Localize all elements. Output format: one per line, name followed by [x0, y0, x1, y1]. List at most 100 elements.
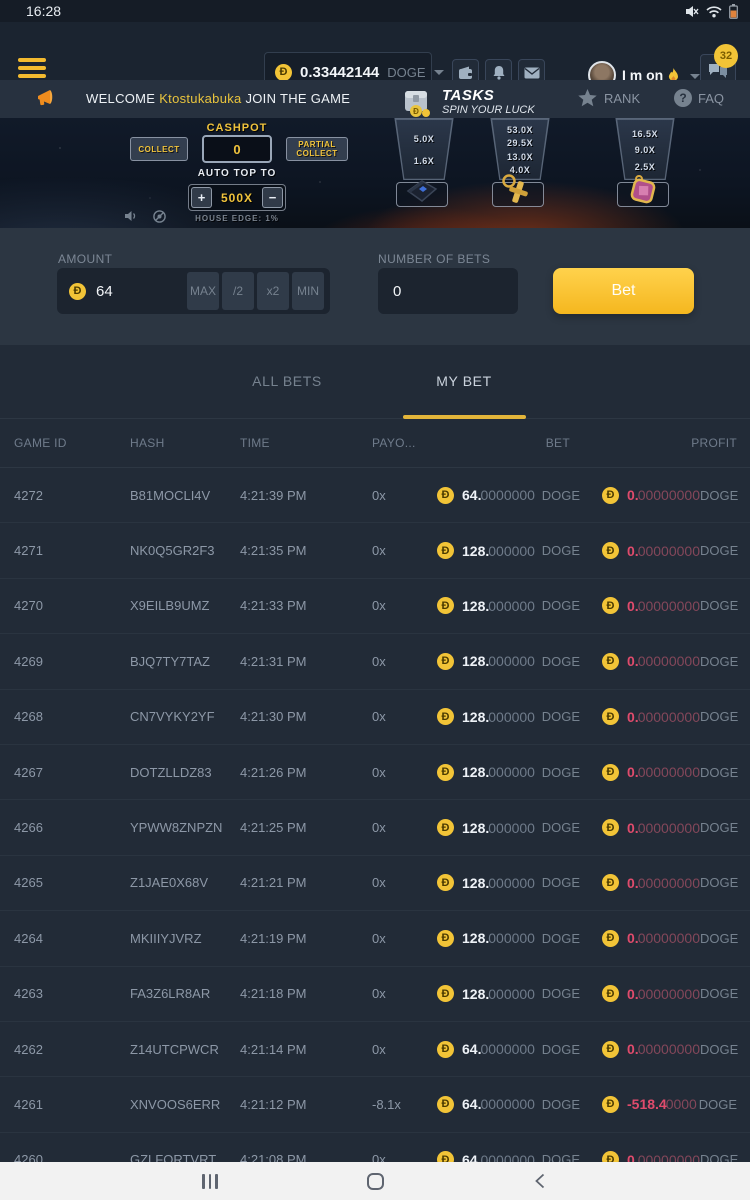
app-screen: 16:28 Ð 0.33442144 DOGE I m on: [0, 0, 750, 1200]
welcome-username: Ktostukabuka: [159, 91, 241, 106]
cell-time: 4:21:21 PM: [226, 875, 358, 890]
table-row[interactable]: 4268 CN7VYKY2YF 4:21:30 PM 0x Ð128.00000…: [0, 690, 750, 745]
doge-coin-icon: Ð: [437, 708, 454, 725]
profit-currency: DOGE: [700, 1152, 738, 1162]
doge-coin-icon: Ð: [602, 597, 619, 614]
profit-currency: DOGE: [700, 875, 738, 890]
min-button[interactable]: MIN: [292, 272, 324, 310]
header-payout: PAYO...: [358, 436, 423, 450]
doge-coin-icon: Ð: [602, 653, 619, 670]
collect-button[interactable]: COLLECT: [130, 137, 188, 161]
megaphone-icon: [36, 88, 60, 109]
bet-currency: DOGE: [542, 709, 580, 724]
tab-my-bet[interactable]: MY BET: [384, 373, 544, 389]
balance-currency: DOGE: [387, 65, 425, 80]
cell-time: 4:21:14 PM: [226, 1042, 358, 1057]
cell-bet: Ð128.000000 DOGE: [423, 985, 580, 1002]
table-row[interactable]: 4272 B81MOCLI4V 4:21:39 PM 0x Ð64.000000…: [0, 468, 750, 523]
table-row[interactable]: 4269 BJQ7TY7TAZ 4:21:31 PM 0x Ð128.00000…: [0, 634, 750, 689]
cell-hash: FA3Z6LR8AR: [116, 986, 226, 1001]
cell-time: 4:21:33 PM: [226, 598, 358, 613]
cell-profit: Ð0.00000000 DOGE: [580, 487, 750, 504]
profit-currency: DOGE: [700, 654, 738, 669]
cell-bet: Ð128.000000 DOGE: [423, 708, 580, 725]
cell-profit: Ð0.00000000 DOGE: [580, 653, 750, 670]
doge-coin-icon: Ð: [437, 930, 454, 947]
back-button[interactable]: [510, 1162, 570, 1200]
cell-payout: 0x: [358, 820, 423, 835]
partial-collect-button[interactable]: PARTIAL COLLECT: [286, 137, 348, 161]
cell-time: 4:21:30 PM: [226, 709, 358, 724]
cell-time: 4:21:12 PM: [226, 1097, 358, 1112]
bet-button[interactable]: Bet: [553, 268, 694, 314]
table-row[interactable]: 4261 XNVOOS6ERR 4:21:12 PM -8.1x Ð64.000…: [0, 1077, 750, 1132]
prize-slot-amulet[interactable]: [617, 182, 669, 207]
table-row[interactable]: 4266 YPWW8ZNPZN 4:21:25 PM 0x Ð128.00000…: [0, 800, 750, 855]
cell-payout: 0x: [358, 875, 423, 890]
max-button[interactable]: MAX: [187, 272, 219, 310]
cell-bet: Ð64.0000000 DOGE: [423, 1041, 580, 1058]
profit-currency: DOGE: [699, 1097, 737, 1112]
table-row[interactable]: 4260 GZLFQRTVRT 4:21:08 PM 0x Ð64.000000…: [0, 1133, 750, 1162]
profit-currency: DOGE: [700, 709, 738, 724]
cell-time: 4:21:19 PM: [226, 931, 358, 946]
tasks-link[interactable]: Ð TASKSSPIN YOUR LUCK: [400, 83, 535, 119]
cell-bet: Ð64.0000000 DOGE: [423, 1151, 580, 1162]
table-row[interactable]: 4262 Z14UTCPWCR 4:21:14 PM 0x Ð64.000000…: [0, 1022, 750, 1077]
table-row[interactable]: 4263 FA3Z6LR8AR 4:21:18 PM 0x Ð128.00000…: [0, 967, 750, 1022]
prize-slot-ankh[interactable]: [492, 182, 544, 207]
cell-profit: Ð0.00000000 DOGE: [580, 930, 750, 947]
header-hash: HASH: [116, 436, 226, 450]
double-button[interactable]: x2: [257, 272, 289, 310]
menu-icon[interactable]: [18, 58, 46, 78]
question-icon: ?: [674, 89, 692, 107]
cell-hash: DOTZLLDZ83: [116, 765, 226, 780]
doge-coin-icon: Ð: [437, 1096, 454, 1113]
tasks-chest-icon: Ð: [400, 83, 434, 119]
cell-profit: Ð0.00000000 DOGE: [580, 542, 750, 559]
doge-coin-icon: Ð: [437, 597, 454, 614]
number-of-bets-label: NUMBER OF BETS: [378, 252, 490, 266]
table-row[interactable]: 4264 MKIIIYJVRZ 4:21:19 PM 0x Ð128.00000…: [0, 911, 750, 966]
plus-button[interactable]: +: [191, 187, 212, 208]
bet-currency: DOGE: [542, 875, 580, 890]
home-button[interactable]: [345, 1162, 405, 1200]
table-row[interactable]: 4265 Z1JAE0X68V 4:21:21 PM 0x Ð128.00000…: [0, 856, 750, 911]
minus-button[interactable]: −: [262, 187, 283, 208]
cell-game-id: 4269: [0, 654, 116, 669]
prize-slot-book[interactable]: [396, 182, 448, 207]
table-row[interactable]: 4267 DOTZLLDZ83 4:21:26 PM 0x Ð128.00000…: [0, 745, 750, 800]
half-button[interactable]: /2: [222, 272, 254, 310]
bet-currency: DOGE: [542, 931, 580, 946]
bet-currency: DOGE: [542, 654, 580, 669]
doge-coin-icon: Ð: [602, 874, 619, 891]
rank-label: RANK: [604, 91, 640, 106]
table-row[interactable]: 4270 X9EILB9UMZ 4:21:33 PM 0x Ð128.00000…: [0, 579, 750, 634]
recents-button[interactable]: [180, 1162, 240, 1200]
amount-input-group: Ð 64 MAX /2 x2 MIN: [57, 268, 330, 314]
home-icon: [367, 1173, 384, 1190]
faq-link[interactable]: ? FAQ: [674, 89, 724, 107]
welcome-message: WELCOME Ktostukabuka JOIN THE GAME: [86, 91, 350, 106]
cell-payout: 0x: [358, 765, 423, 780]
rank-link[interactable]: RANK: [578, 89, 640, 107]
cell-time: 4:21:35 PM: [226, 543, 358, 558]
doge-coin-icon: Ð: [69, 283, 86, 300]
balance-amount: 0.33442144: [300, 64, 379, 81]
profit-currency: DOGE: [700, 765, 738, 780]
chevron-down-icon: [690, 74, 700, 79]
cell-game-id: 4260: [0, 1152, 116, 1162]
cell-bet: Ð64.0000000 DOGE: [423, 1096, 580, 1113]
doge-coin-icon: Ð: [602, 1096, 619, 1113]
doge-coin-icon: Ð: [602, 542, 619, 559]
bet-currency: DOGE: [542, 1097, 580, 1112]
profit-currency: DOGE: [700, 1042, 738, 1057]
cell-payout: 0x: [358, 488, 423, 503]
amount-input[interactable]: 64: [96, 283, 184, 300]
tab-all-bets[interactable]: ALL BETS: [207, 373, 367, 389]
table-row[interactable]: 4271 NK0Q5GR2F3 4:21:35 PM 0x Ð128.00000…: [0, 523, 750, 578]
number-of-bets-input[interactable]: 0: [378, 268, 518, 314]
doge-coin-icon: Ð: [275, 64, 292, 81]
cell-bet: Ð128.000000 DOGE: [423, 542, 580, 559]
multiplier-tower-1: 5.0X1.6X: [387, 118, 461, 180]
